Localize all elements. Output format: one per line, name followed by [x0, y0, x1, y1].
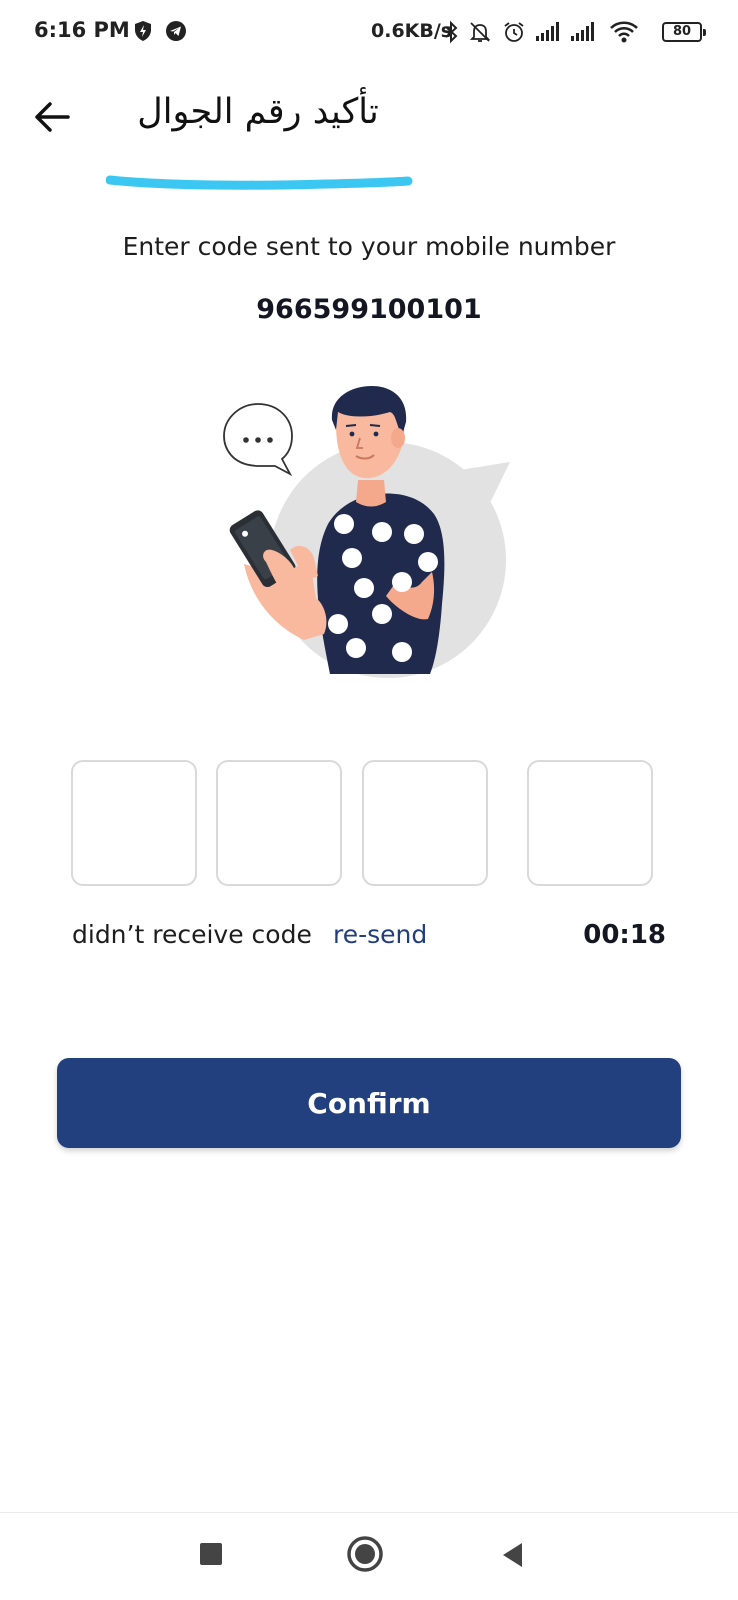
instruction-text: Enter code sent to your mobile number — [122, 232, 616, 261]
network-speed: 0.6KB/s — [371, 20, 453, 42]
arrow-left-icon[interactable] — [30, 95, 74, 139]
otp-digit-4[interactable] — [527, 760, 653, 886]
phone-number: 966599100101 — [256, 294, 482, 325]
triangle-back-icon[interactable] — [500, 1541, 526, 1569]
otp-digit-2[interactable] — [216, 760, 342, 886]
signal-icon — [536, 22, 559, 41]
circle-home-icon[interactable] — [346, 1535, 384, 1573]
otp-digit-1[interactable] — [71, 760, 197, 886]
bell-muted-icon — [469, 22, 491, 42]
countdown-timer: 00:18 — [583, 920, 666, 950]
shield-icon — [135, 21, 151, 41]
wifi-icon — [610, 21, 638, 43]
otp-verification-screen: 6:16 PM 0.6KB/s 80 تأكيد رقم الجوال Ente… — [0, 0, 738, 1600]
alarm-icon — [504, 22, 524, 42]
person-with-phone-illustration — [223, 386, 510, 678]
battery-level: 80 — [672, 24, 692, 39]
resend-row: didn’t receive code re-send 00:18 — [0, 920, 738, 960]
status-time: 6:16 PM — [34, 18, 130, 42]
title-underline — [106, 175, 413, 190]
system-nav-bar — [0, 1512, 738, 1600]
signal-icon — [571, 22, 594, 41]
speech-bubble-icon — [223, 403, 293, 477]
status-bar: 6:16 PM 0.6KB/s 80 — [0, 0, 738, 66]
battery-icon: 80 — [662, 22, 706, 42]
confirm-button[interactable]: Confirm — [57, 1058, 681, 1148]
square-recent-icon[interactable] — [198, 1541, 224, 1567]
page-title: تأكيد رقم الجوال — [137, 92, 379, 132]
bluetooth-icon — [445, 20, 458, 44]
no-code-text: didn’t receive code — [72, 920, 312, 949]
telegram-icon — [166, 21, 186, 41]
otp-digit-3[interactable] — [362, 760, 488, 886]
resend-link[interactable]: re-send — [333, 920, 427, 949]
